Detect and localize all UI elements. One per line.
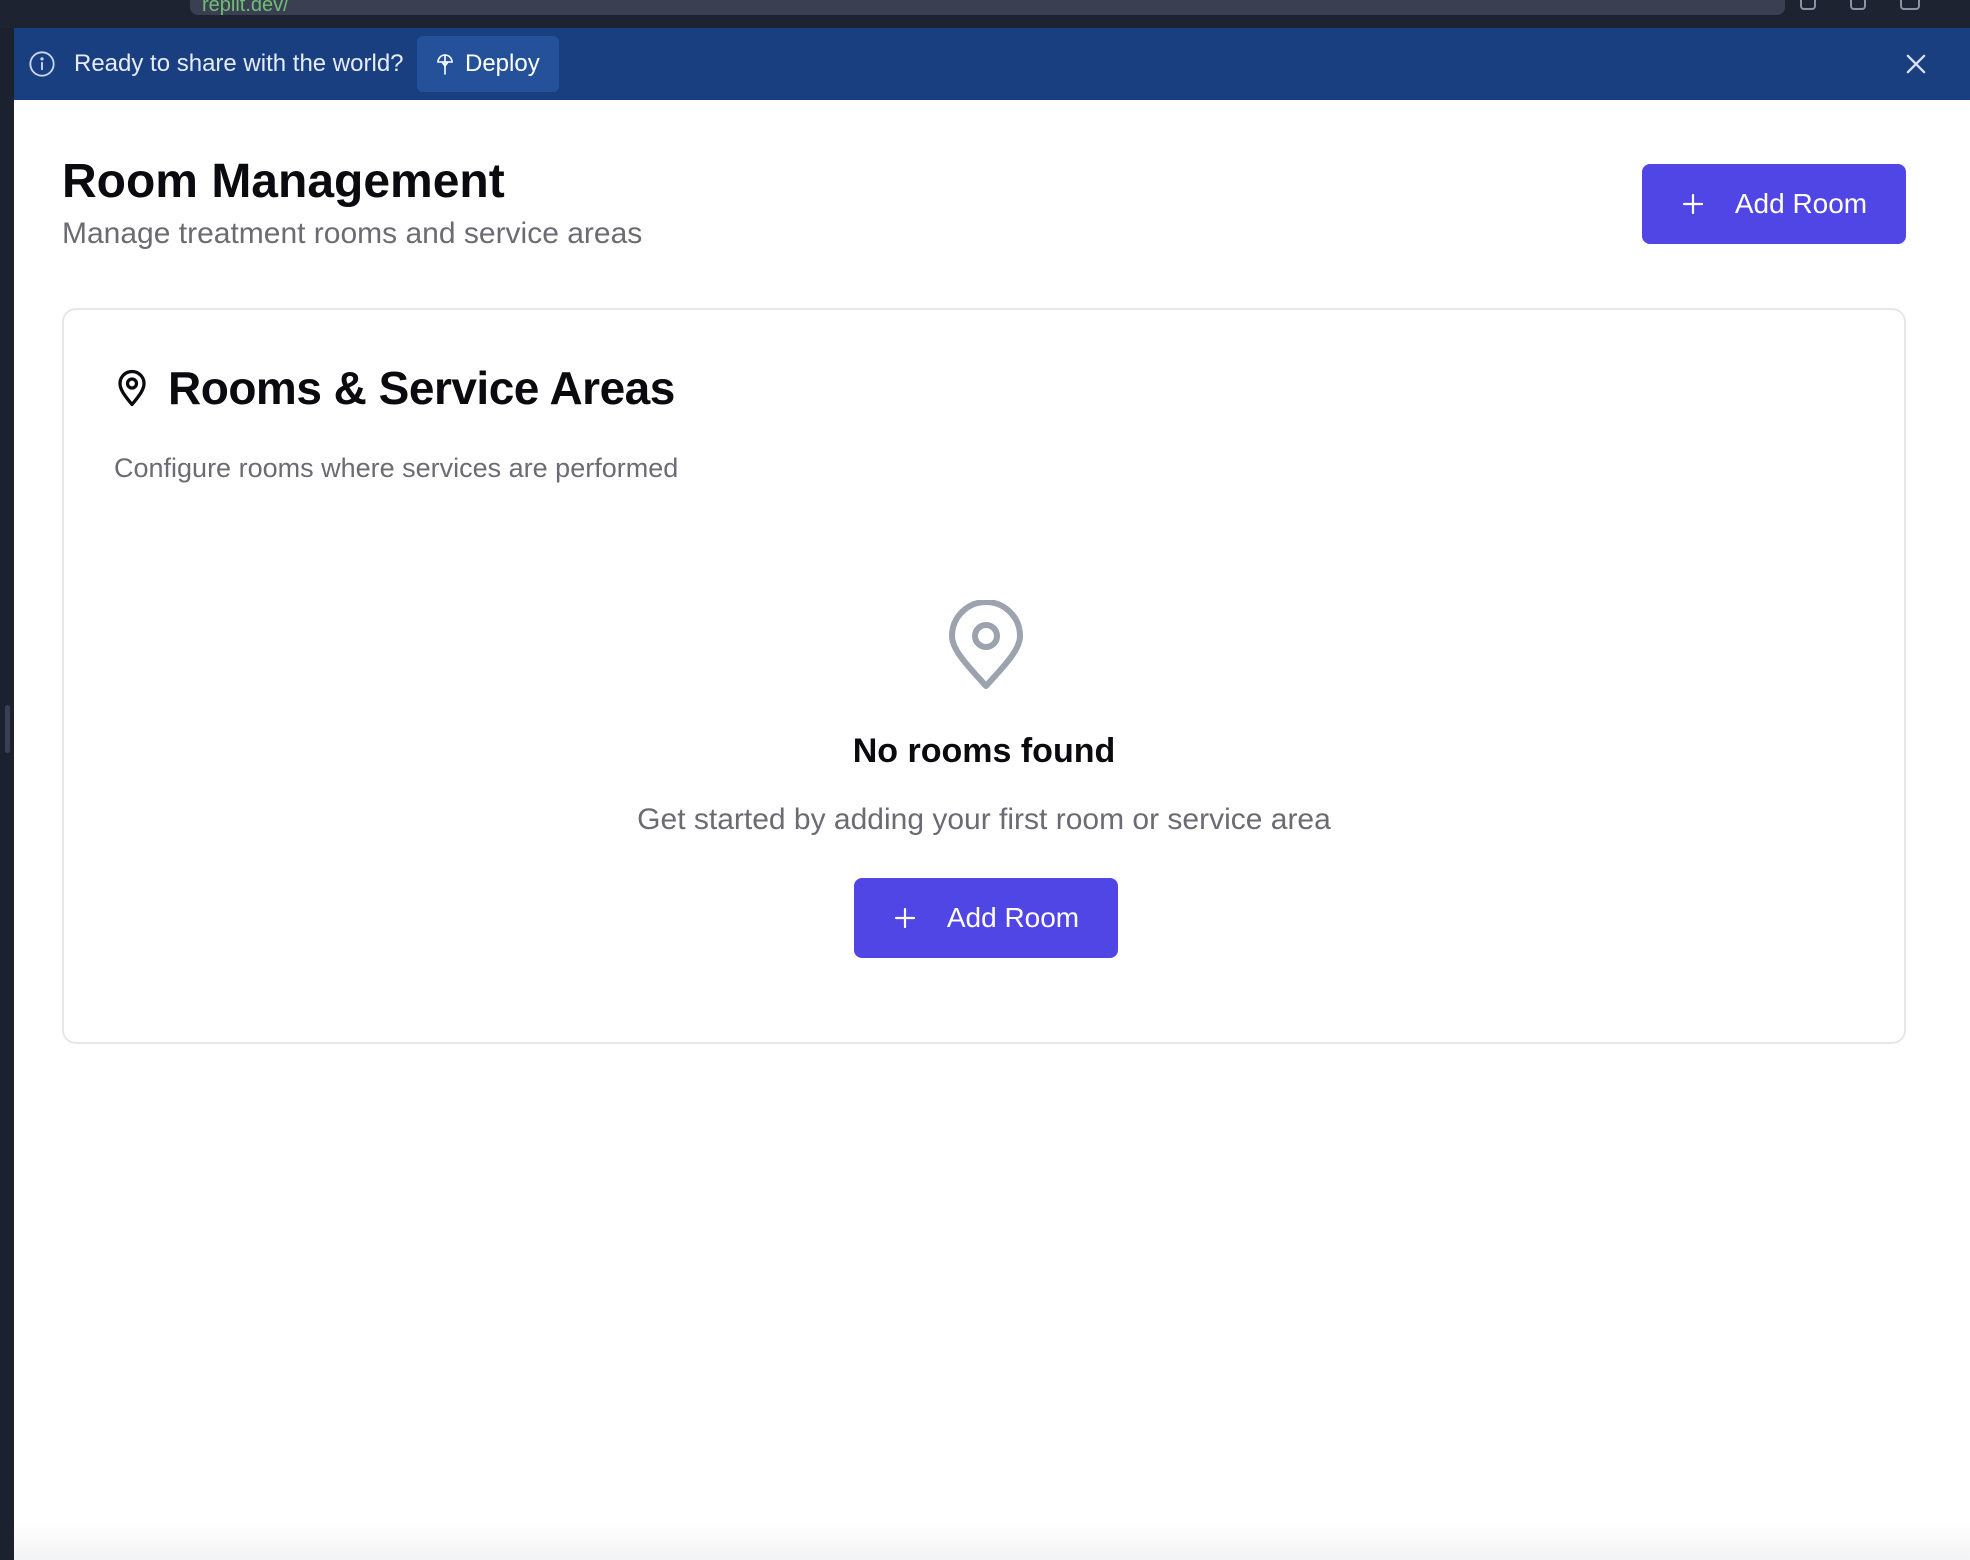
page-title: Room Management (62, 155, 505, 208)
address-bar[interactable]: replit.dev/ (190, 0, 1785, 15)
plus-icon (1682, 193, 1703, 215)
browser-toolbar: replit.dev/ (0, 0, 1970, 28)
window-icon[interactable] (1900, 0, 1920, 10)
close-icon[interactable] (1902, 50, 1930, 78)
card-header: Rooms & Service Areas (114, 360, 675, 416)
rooms-card: Rooms & Service Areas Configure rooms wh… (62, 308, 1906, 1044)
map-pin-icon (118, 369, 146, 407)
resize-handle[interactable] (5, 705, 10, 753)
app-window: Ready to share with the world? Deploy Ro… (14, 28, 1970, 1560)
info-icon (29, 51, 55, 77)
bookmark-icon[interactable] (1850, 0, 1866, 10)
card-subtitle: Configure rooms where services are perfo… (114, 453, 679, 483)
bottom-fade (14, 1520, 1970, 1560)
add-room-button[interactable]: Add Room (1642, 164, 1906, 244)
page-subtitle: Manage treatment rooms and service areas (62, 217, 643, 250)
banner-message: Ready to share with the world? (74, 50, 404, 77)
address-bar-url: replit.dev/ (202, 0, 289, 15)
empty-state-title: No rooms found (852, 732, 1116, 770)
deploy-button-label: Deploy (465, 50, 540, 77)
map-pin-icon (949, 600, 1023, 689)
empty-state-message: Get started by adding your first room or… (637, 803, 1331, 836)
extension-icon[interactable] (1800, 0, 1816, 10)
deploy-button[interactable]: Deploy (417, 36, 559, 92)
add-room-button-label: Add Room (1734, 188, 1868, 219)
deploy-banner: Ready to share with the world? Deploy (14, 28, 1970, 100)
deploy-icon (437, 54, 453, 75)
empty-state-add-room-label: Add Room (946, 902, 1080, 933)
card-title: Rooms & Service Areas (168, 362, 675, 414)
empty-state-add-room-button[interactable]: Add Room (854, 878, 1118, 958)
plus-icon (894, 907, 915, 929)
